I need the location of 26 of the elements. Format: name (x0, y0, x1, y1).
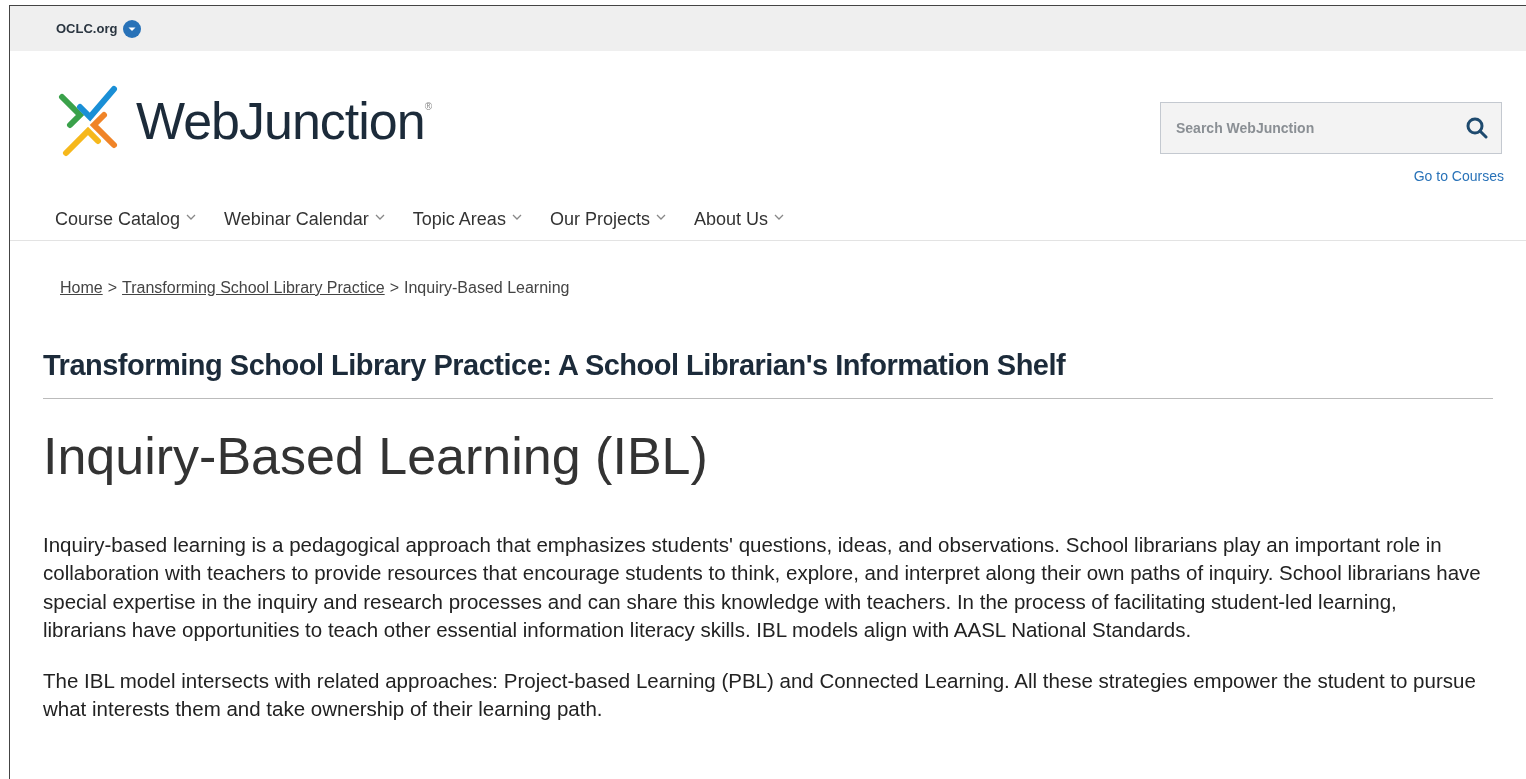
breadcrumb-link[interactable]: Transforming School Library Practice (122, 276, 385, 300)
chevron-down-icon (374, 214, 385, 220)
org-link[interactable]: OCLC.org (56, 18, 118, 39)
nav-menu-item[interactable]: Our Projects (549, 205, 666, 233)
courses-link[interactable]: Go to Courses (1413, 166, 1504, 187)
breadcrumb-current: Inquiry-Based Learning (404, 278, 570, 298)
search-field[interactable]: Search WebJunction (1160, 102, 1502, 154)
chevron-down-icon (655, 214, 666, 220)
section-heading: Transforming School Library Practice: A School Librarian's Information Shelf (43, 344, 1493, 399)
nav-menu-item[interactable]: Webinar Calendar (224, 205, 385, 233)
nav-menu-item[interactable]: About Us (693, 205, 784, 233)
dropdown-icon[interactable] (123, 19, 142, 38)
chevron-down-icon (511, 214, 522, 220)
breadcrumb-link[interactable]: Home (60, 276, 103, 300)
chevron-down-icon (186, 214, 197, 220)
breadcrumb-separator: > (389, 278, 399, 298)
nav-menu-item[interactable]: Course Catalog (55, 205, 197, 233)
logo-wordmark: WebJunction (136, 91, 425, 152)
nav-menu-item[interactable]: Topic Areas (412, 205, 522, 233)
registered-mark: ® (424, 100, 433, 112)
page-title: Inquiry-Based Learning (IBL) (43, 425, 709, 487)
search-icon[interactable] (1466, 117, 1488, 139)
breadcrumb-separator: > (107, 278, 118, 298)
body-paragraph: Inquiry-based learning is a pedagogical approach that emphasizes students' questions, ideas, and observations. School librarians play an important role in collaboration with teachers to provide resources that encourage students to think, explore, and interpret along their own paths of inquiry. School librarians have special expertise in the inquiry and research processes and can share this knowledge with teachers. In the process of facilitating student-led learning, librarians have opportunities to teach other essential information literacy skills. IBL models align with AASL National Standards. (43, 531, 1482, 643)
chevron-down-icon (773, 214, 784, 220)
body-paragraph: The IBL model intersects with related approaches: Project-based Learning (PBL) and Connected Learning. All these strategies empower the student to pursue what interests them and take ownership of their learning path. (43, 667, 1477, 722)
